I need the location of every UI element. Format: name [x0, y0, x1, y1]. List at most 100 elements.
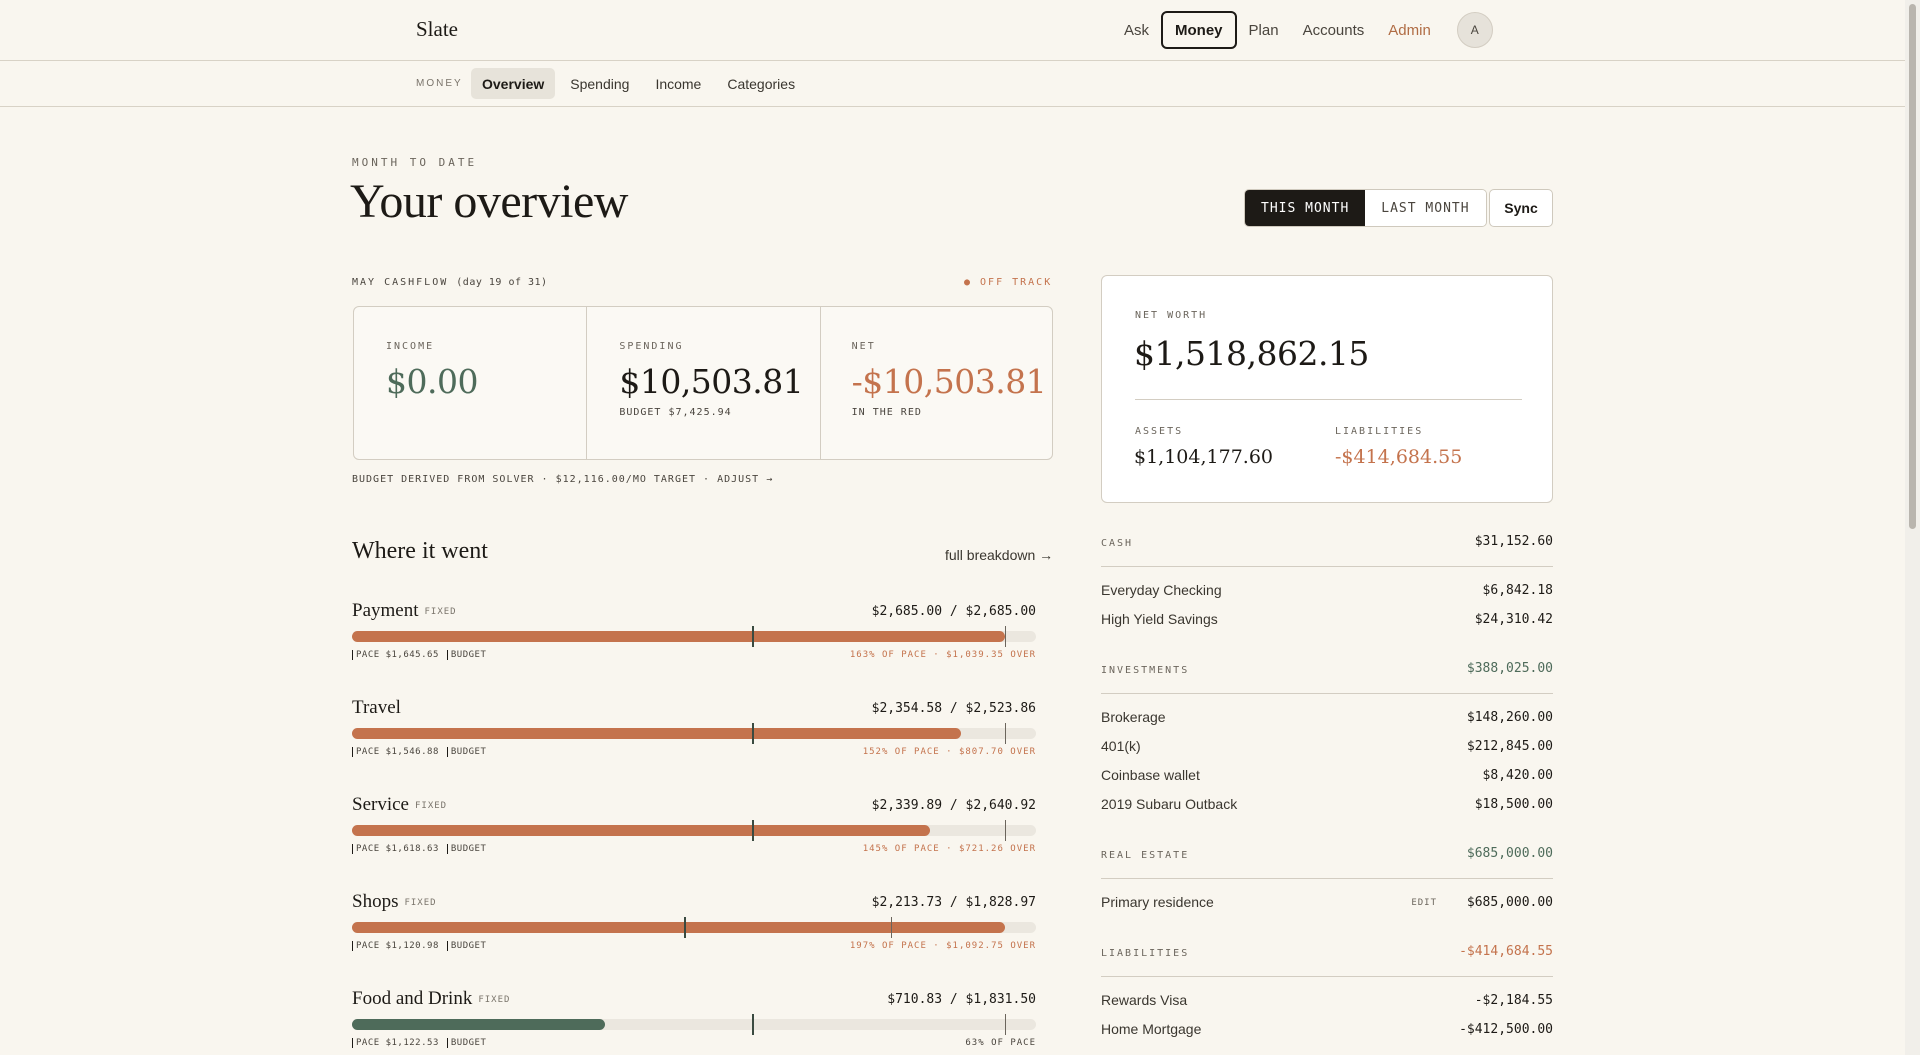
progress-fill — [352, 631, 1006, 642]
nav-accounts[interactable]: Accounts — [1291, 11, 1377, 49]
budget-label: BUDGET — [446, 1038, 487, 1048]
section-label: REAL ESTATE — [1101, 850, 1190, 861]
period-toggle: THIS MONTH LAST MONTH — [1244, 189, 1487, 227]
tab-categories[interactable]: Categories — [716, 68, 806, 99]
subnav-tabs: Overview Spending Income Categories — [471, 68, 806, 99]
tab-overview[interactable]: Overview — [471, 68, 556, 99]
category-amount: $2,213.73 / $1,828.97 — [871, 895, 1036, 910]
account-value: $685,000.00 — [1466, 895, 1553, 910]
category-legend: PACE $1,546.88 BUDGET — [352, 747, 486, 757]
account-value: $148,260.00 — [1466, 710, 1553, 725]
budget-marker — [1005, 820, 1007, 841]
account-name: Everyday Checking — [1101, 582, 1222, 598]
section-label: INVESTMENTS — [1101, 665, 1190, 676]
net-worth-value: $1,518,862.15 — [1134, 334, 1369, 373]
category-status: 145% OF PACE · $721.26 OVER — [862, 844, 1036, 854]
account-value: -$412,500.00 — [1459, 1022, 1553, 1037]
last-month-button[interactable]: LAST MONTH — [1365, 190, 1486, 226]
progress-fill — [352, 728, 961, 739]
avatar[interactable]: A — [1456, 12, 1493, 48]
pace-label: PACE $1,120.98 — [352, 941, 439, 951]
category-name: Payment FIXED — [352, 600, 457, 622]
nav-money[interactable]: Money — [1161, 11, 1237, 49]
pace-marker — [752, 723, 755, 744]
income-value: $0.00 — [386, 362, 478, 401]
budget-marker — [1005, 626, 1007, 647]
account-row[interactable]: Rewards Visa -$2,184.55 — [1101, 992, 1553, 1014]
divider — [1135, 399, 1522, 400]
net-worth-label: NET WORTH — [1135, 310, 1208, 321]
category-legend: PACE $1,122.53 BUDGET — [352, 1038, 486, 1048]
category-status: 152% OF PACE · $807.70 OVER — [862, 747, 1036, 757]
account-row[interactable]: 2019 Subaru Outback $18,500.00 — [1101, 796, 1553, 818]
account-row[interactable]: Brokerage $148,260.00 — [1101, 709, 1553, 731]
account-row[interactable]: Coinbase wallet $8,420.00 — [1101, 767, 1553, 789]
budget-marker — [890, 917, 892, 938]
brand-logo[interactable]: Slate — [416, 17, 458, 42]
account-row[interactable]: Everyday Checking $6,842.18 — [1101, 582, 1553, 604]
progress-track — [352, 626, 1036, 647]
cashflow-card: INCOME $0.00 SPENDING $10,503.81 BUDGET … — [353, 306, 1053, 460]
category-row[interactable]: Service FIXED $2,339.89 / $2,640.92 PACE $1… — [352, 794, 1036, 864]
account-row[interactable]: Home Mortgage -$412,500.00 — [1101, 1021, 1553, 1043]
category-row[interactable]: Food and Drink FIXED $710.83 / $1,831.50 PA… — [352, 988, 1036, 1055]
account-name: Primary residence — [1101, 894, 1214, 910]
main-nav: Ask Money Plan Accounts Admin A — [1112, 11, 1493, 49]
net-cell: NET -$10,503.81 IN THE RED — [821, 307, 1052, 459]
income-label: INCOME — [386, 341, 435, 352]
spending-cell: SPENDING $10,503.81 BUDGET $7,425.94 — [587, 307, 821, 459]
net-value: -$10,503.81 — [851, 362, 1047, 401]
budget-label: BUDGET — [446, 844, 487, 854]
budget-note-link[interactable]: BUDGET DERIVED FROM SOLVER · $12,116.00/… — [352, 474, 773, 485]
progress-fill — [352, 825, 930, 836]
status-badge: ● OFF TRACK — [964, 277, 1053, 288]
progress-track — [352, 1014, 1036, 1035]
top-nav: Slate Ask Money Plan Accounts Admin A — [0, 0, 1905, 61]
full-breakdown-link[interactable]: full breakdown → — [945, 547, 1053, 563]
account-row[interactable]: Primary residence EDIT $685,000.00 — [1101, 894, 1553, 916]
category-label: Travel — [352, 697, 401, 718]
category-legend: PACE $1,645.65 BUDGET — [352, 650, 486, 660]
account-name: 401(k) — [1101, 738, 1141, 754]
spending-value: $10,503.81 — [619, 362, 804, 401]
fixed-tag: FIXED — [414, 801, 448, 811]
income-cell: INCOME $0.00 — [354, 307, 588, 459]
progress-fill — [352, 1019, 606, 1030]
category-name: Food and Drink FIXED — [352, 988, 510, 1010]
scrollbar-thumb[interactable] — [1909, 4, 1916, 529]
pace-label: PACE $1,546.88 — [352, 747, 439, 757]
sync-button[interactable]: Sync — [1489, 189, 1553, 227]
fixed-tag: FIXED — [424, 607, 457, 617]
this-month-button[interactable]: THIS MONTH — [1245, 190, 1366, 226]
category-amount: $2,354.58 / $2,523.86 — [871, 701, 1036, 716]
nav-admin[interactable]: Admin — [1376, 11, 1443, 49]
spending-budget: BUDGET $7,425.94 — [619, 407, 732, 418]
account-name: High Yield Savings — [1101, 611, 1218, 627]
category-row[interactable]: Travel $2,354.58 / $2,523.86 PACE $1,546.8… — [352, 697, 1036, 767]
account-value: $212,845.00 — [1466, 739, 1553, 754]
assets-value: $1,104,177.60 — [1134, 446, 1274, 468]
category-row[interactable]: Shops FIXED $2,213.73 / $1,828.97 PACE $1,1… — [352, 891, 1036, 961]
section-total: $31,152.60 — [1474, 534, 1553, 549]
pace-marker — [683, 917, 686, 938]
tab-spending[interactable]: Spending — [559, 68, 640, 99]
tab-income[interactable]: Income — [644, 68, 712, 99]
where-it-went-title: Where it went — [352, 538, 488, 564]
pace-label: PACE $1,122.53 — [352, 1038, 439, 1048]
cashflow-day: (day 19 of 31) — [456, 277, 548, 288]
account-value: -$2,184.55 — [1474, 993, 1553, 1008]
progress-track — [352, 820, 1036, 841]
category-name: Travel — [352, 697, 401, 719]
scrollbar[interactable] — [1905, 0, 1920, 1055]
edit-button[interactable]: EDIT — [1411, 898, 1437, 908]
category-label: Payment — [352, 600, 419, 621]
nav-ask[interactable]: Ask — [1112, 11, 1161, 49]
budget-label: BUDGET — [446, 650, 487, 660]
fixed-tag: FIXED — [478, 995, 511, 1005]
account-row[interactable]: High Yield Savings $24,310.42 — [1101, 611, 1553, 633]
category-row[interactable]: Payment FIXED $2,685.00 / $2,685.00 PACE $1… — [352, 600, 1036, 670]
section-cash: CASH $31,152.60 — [1101, 531, 1553, 567]
nav-plan[interactable]: Plan — [1237, 11, 1291, 49]
budget-label: BUDGET — [446, 747, 487, 757]
account-row[interactable]: 401(k) $212,845.00 — [1101, 738, 1553, 760]
